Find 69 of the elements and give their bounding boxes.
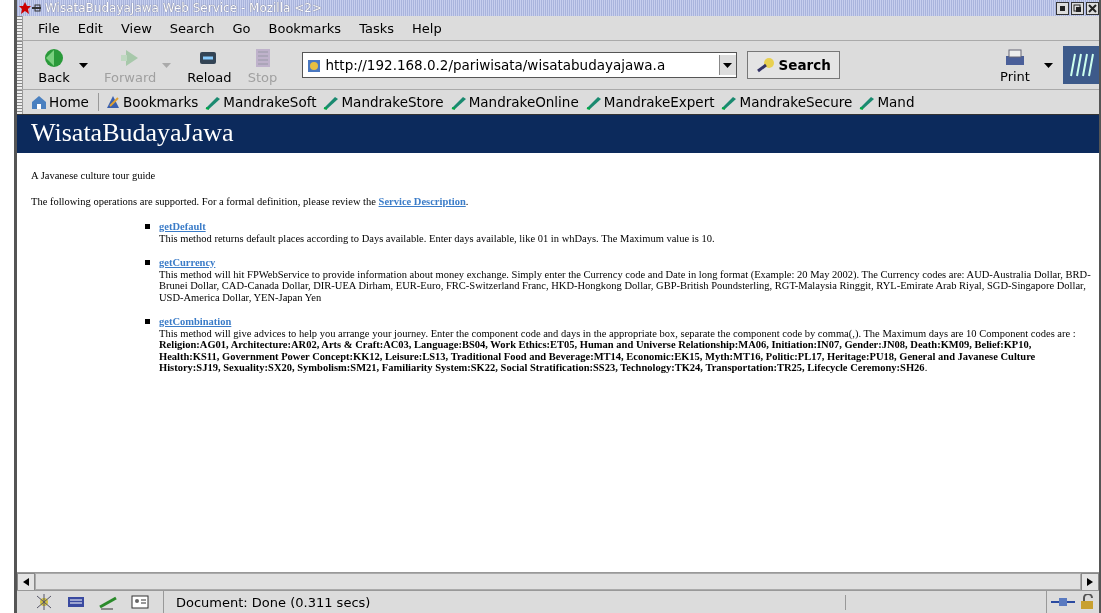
menu-item[interactable]: Bookmarks xyxy=(259,18,351,38)
scroll-right-icon[interactable] xyxy=(1087,577,1093,586)
dropdown-icon[interactable] xyxy=(1044,62,1053,68)
search-button[interactable]: Search xyxy=(746,51,840,79)
menu-item[interactable]: File xyxy=(29,18,69,38)
bookmarks-icon xyxy=(104,94,121,110)
operation-description: This method returns default places according to Days available. Enter days available, like 01 in whDays. The Maximum value is 10. xyxy=(159,232,716,244)
maximize-button[interactable] xyxy=(1071,1,1084,15)
pen-icon xyxy=(585,94,602,110)
pen-icon xyxy=(205,94,222,110)
operation-link[interactable]: getCurrency xyxy=(159,257,216,268)
menu-item[interactable]: View xyxy=(111,18,161,38)
print-button[interactable]: Print xyxy=(990,46,1040,84)
horizontal-scrollbar[interactable] xyxy=(17,572,1099,590)
bookmark-item[interactable]: Mand xyxy=(857,94,920,110)
bullet-icon xyxy=(145,319,150,324)
address-book-icon xyxy=(131,594,149,610)
pen-icon xyxy=(859,94,876,110)
dropdown-icon[interactable] xyxy=(79,62,88,68)
toolbar-grip[interactable] xyxy=(17,16,23,40)
menu-item[interactable]: Help xyxy=(403,18,451,38)
page-icon xyxy=(305,57,322,73)
window-title: WisataBudayaJawa Web Service - Mozilla <2> xyxy=(45,1,322,15)
menu-item[interactable]: Go xyxy=(223,18,260,38)
page-heading: WisataBudayaJawa xyxy=(17,115,1099,153)
caret-icon xyxy=(723,62,732,68)
composer-icon xyxy=(99,594,117,610)
menu-item[interactable]: Edit xyxy=(68,18,112,38)
intro-text: The following operations are supported. For a formal definition, please review the Service Description. xyxy=(31,195,470,208)
mail-icon xyxy=(67,594,85,610)
tagline: A Javanese culture tour guide xyxy=(31,169,157,182)
operation-link[interactable]: getDefault xyxy=(159,221,206,232)
toolbar-grip[interactable] xyxy=(17,90,23,114)
bookmark-item[interactable]: MandrakeStore xyxy=(321,94,449,110)
address-field[interactable]: http://192.168.0.2/pariwisata/wisatabudayajawa.a xyxy=(301,52,737,78)
operation-description: This method will give advices to help you arrange your journey. Enter the component code and days in the appropriate box, separate the component code by comma(,). The Maximum days are 10 Component codes are : Religion:AG01, Architecture:AR02, Arts & Craft:AC03, Language:BS04, Work Ethics:ET05, Human and Universe Relationship:MA06, Initiation:IN07, Gender:JN08, Death:KM09, Belief:KP10, Health:KS11, Government Power Concept:KK12, Leisure:LS13, Traditional Food and Beverage:MT14, Economic:EK15, Myth:MT16, Politic:PL17, Heritage:PU18, General and Javanese Culture History:SJ19, Sexuality:SX20, Symbolism:SM21, Familiarity System:SK22, Social Stratification:SS23, Technology:TK24, Transportation:TR25, Lifecycle Ceremony:SH26. xyxy=(159,327,1077,374)
nav-button[interactable]: Back xyxy=(29,45,79,85)
bullet-icon xyxy=(145,260,150,265)
menu-item[interactable]: Tasks xyxy=(350,18,403,38)
window-menu-icon xyxy=(19,2,41,14)
minimize-button[interactable] xyxy=(1056,1,1069,15)
home-icon xyxy=(31,94,47,110)
toolbar-grip[interactable] xyxy=(17,41,23,89)
maximize-icon xyxy=(1073,3,1082,13)
bookmark-item[interactable]: Home xyxy=(29,94,94,110)
bookmark-item[interactable]: Bookmarks xyxy=(102,94,204,110)
pen-icon xyxy=(721,94,738,110)
status-text: Document: Done (0.311 secs) xyxy=(164,594,846,610)
bookmark-item[interactable]: MandrakeSoft xyxy=(203,94,322,110)
close-icon xyxy=(1088,3,1097,13)
nav-button[interactable]: Reload xyxy=(181,45,238,85)
logo-icon xyxy=(1063,46,1099,84)
operation-link[interactable]: getCombination xyxy=(159,316,232,327)
menu-item[interactable]: Search xyxy=(160,18,224,38)
search-icon xyxy=(755,57,776,73)
operation-description: This method will hit FPWebService to provide information about money exchange. Simply enter the Currency code and Date in long format (Example: 20 May 2002). The Currency codes are: AUD-Australia Dollar, BRD-Brunei Dollar, CAD-Canada Dollar, DIR-UEA Dirham, EUR-Euro, FRC-Switzerland Franc, HKD-Hongkong Dollar, GBP-British Poundsterling, RGT-Malaysia Ringgit, RYL-Emirate Arab Riyal, SGD-Singapore Dollar, USD-America Dollar, YEN-Japan Yen xyxy=(159,268,1091,303)
lock-icon xyxy=(1079,594,1095,610)
bookmark-item[interactable]: MandrakeSecure xyxy=(719,94,858,110)
bookmark-item[interactable]: MandrakeOnline xyxy=(448,94,584,110)
bug-icon xyxy=(35,594,53,610)
minimize-icon xyxy=(1058,3,1067,13)
pen-icon xyxy=(323,94,340,110)
scroll-left-icon[interactable] xyxy=(23,577,29,586)
close-button[interactable] xyxy=(1086,1,1099,15)
bookmark-item[interactable]: MandrakeExpert xyxy=(583,94,720,110)
service-description-link[interactable]: Service Description xyxy=(378,196,466,207)
bullet-icon xyxy=(145,224,150,229)
pen-icon xyxy=(450,94,467,110)
address-dropdown-button[interactable] xyxy=(718,55,736,75)
